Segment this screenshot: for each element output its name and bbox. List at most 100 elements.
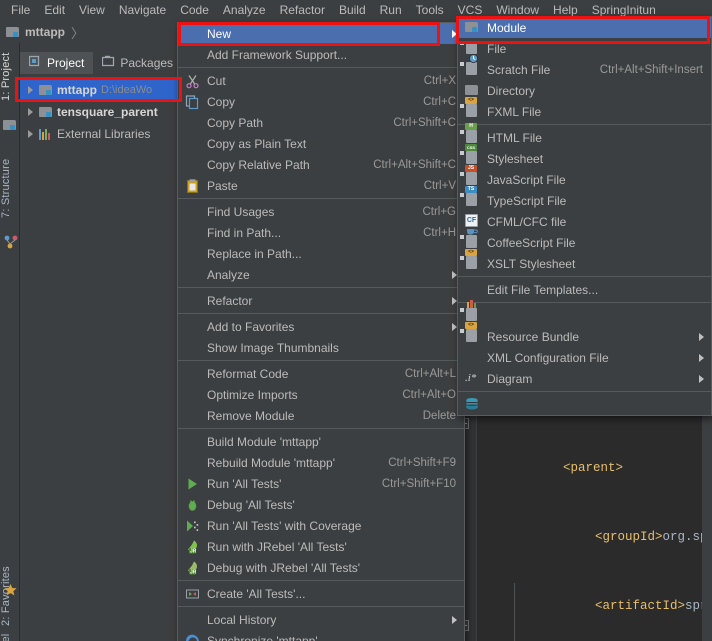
menu-item-remove-module[interactable]: Remove Module Delete xyxy=(178,405,464,426)
tree-row-label: tensquare_parent xyxy=(57,105,158,119)
menu-item-cut[interactable]: Cut Ctrl+X xyxy=(178,70,464,91)
menu-separator xyxy=(458,276,711,277)
menu-item-scratch-file[interactable]: Scratch File Ctrl+Alt+Shift+Insert xyxy=(458,54,711,80)
menu-item-find-usages[interactable]: Find Usages Ctrl+G xyxy=(178,201,464,222)
code-line: <groupId>org.springframewo xyxy=(479,503,712,544)
menu-item-shortcut: Ctrl+C xyxy=(423,95,456,108)
menu-item-module[interactable]: Module xyxy=(458,17,711,38)
menu-refactor[interactable]: Refactor xyxy=(273,1,332,20)
menu-item-shortcut: Ctrl+Alt+L xyxy=(404,367,456,380)
chevron-right-icon[interactable] xyxy=(26,129,35,139)
tree-row-tensquare-parent[interactable]: tensquare_parent xyxy=(20,101,198,123)
menu-build[interactable]: Build xyxy=(332,1,373,20)
menu-item-copy-relative-path[interactable]: Copy Relative Path Ctrl+Alt+Shift+C xyxy=(178,154,464,175)
menu-item-resource-bundle[interactable] xyxy=(458,300,711,326)
menu-item-stylesheet[interactable]: CSS Stylesheet xyxy=(458,144,711,169)
menu-item-ignore-file[interactable]: .i* Diagram xyxy=(458,368,711,389)
menu-item-run-all-tests[interactable]: Run 'All Tests' Ctrl+Shift+F10 xyxy=(178,473,464,494)
tree-row-mttapp[interactable]: mttapp D:\ideaWo xyxy=(20,79,198,101)
menu-item-shortcut: Ctrl+Alt+O xyxy=(402,388,456,401)
menu-item-add-framework-support[interactable]: Add Framework Support... xyxy=(178,44,464,65)
tab-project[interactable]: Project xyxy=(20,52,94,74)
menu-item-shortcut: Ctrl+V xyxy=(423,179,456,192)
menu-item-cfml-file[interactable]: CF CFML/CFC file xyxy=(458,211,711,232)
menu-item-fxml-file[interactable]: <> FXML File xyxy=(458,97,711,122)
new-submenu[interactable]: Module File Scratch File Ctrl+Alt+Shift+… xyxy=(457,16,712,416)
menu-item-typescript-file[interactable]: TS TypeScript File xyxy=(458,186,711,211)
module-icon xyxy=(39,106,53,118)
ignore-file-icon: .i* xyxy=(465,372,477,384)
menu-item-javascript-file[interactable]: JS JavaScript File xyxy=(458,165,711,190)
menu-item-copy-path[interactable]: Copy Path Ctrl+Shift+C xyxy=(178,112,464,133)
tab-packages[interactable]: Packages xyxy=(93,52,182,74)
menu-item-add-to-favorites[interactable]: Add to Favorites xyxy=(178,316,464,337)
menu-file[interactable]: File xyxy=(4,1,37,20)
sidebar-item-project[interactable]: 1: Project xyxy=(0,45,20,109)
menu-item-label: Scratch File xyxy=(487,62,551,77)
menu-item-show-image-thumbnails[interactable]: Show Image Thumbnails xyxy=(178,337,464,358)
menu-tools[interactable]: Tools xyxy=(409,1,451,20)
menu-item-copy-as-plain-text[interactable]: Copy as Plain Text xyxy=(178,133,464,154)
menu-item-label: TypeScript File xyxy=(487,193,567,208)
chevron-right-icon[interactable] xyxy=(26,85,35,95)
menu-item-xslt-stylesheet[interactable]: <> XSLT Stylesheet xyxy=(458,249,711,274)
menu-item-find-in-path[interactable]: Find in Path... Ctrl+H xyxy=(178,222,464,243)
menu-item-create-all-tests[interactable]: Create 'All Tests'... xyxy=(178,583,464,604)
tree-row-external-libraries[interactable]: External Libraries xyxy=(20,123,198,145)
menu-item-xml-configuration-file[interactable]: <> Resource Bundle xyxy=(458,322,711,347)
menu-item-replace-in-path[interactable]: Replace in Path... xyxy=(178,243,464,264)
menu-item-optimize-imports[interactable]: Optimize Imports Ctrl+Alt+O xyxy=(178,384,464,405)
menu-code[interactable]: Code xyxy=(173,1,216,20)
js-file-icon: JS xyxy=(460,165,480,187)
menu-item-coffeescript-file[interactable]: CoffeeScript File xyxy=(458,229,711,253)
sidebar-item-jrebel[interactable]: JRebel xyxy=(0,623,20,641)
menu-item-label: Local History xyxy=(207,612,277,627)
indent-guide xyxy=(514,583,515,641)
code-token: <parent> xyxy=(563,461,624,475)
svg-text:JR: JR xyxy=(190,569,197,575)
xml-file-icon: <> xyxy=(460,322,480,344)
tree-row-label: External Libraries xyxy=(57,127,151,141)
context-menu[interactable]: New Add Framework Support... Cut Ctrl+X xyxy=(177,22,465,641)
paste-icon xyxy=(185,178,200,193)
menu-item-edit-file-templates[interactable]: Edit File Templates... xyxy=(458,279,711,300)
project-icon xyxy=(28,55,42,70)
menu-item-run-with-jrebel[interactable]: JR Run with JRebel 'All Tests' xyxy=(178,536,464,557)
menu-item-label: Module xyxy=(487,20,527,35)
menu-separator xyxy=(178,606,464,607)
menu-edit[interactable]: Edit xyxy=(37,1,72,20)
sidebar-item-structure[interactable]: 7: Structure xyxy=(0,147,20,229)
menu-item-copy[interactable]: Copy Ctrl+C xyxy=(178,91,464,112)
menu-item-synchronize[interactable]: Synchronize 'mttapp' xyxy=(178,630,464,641)
breadcrumb-separator: 〉 xyxy=(71,25,85,41)
menu-item-paste[interactable]: Paste Ctrl+V xyxy=(178,175,464,196)
menu-item-local-history[interactable]: Local History xyxy=(178,609,464,630)
menu-item-run-with-coverage[interactable]: Run 'All Tests' with Coverage xyxy=(178,515,464,536)
menu-separator xyxy=(178,67,464,68)
menu-item-data-source[interactable] xyxy=(458,394,711,415)
menu-item-html-file[interactable]: H HTML File xyxy=(458,123,711,148)
menu-run[interactable]: Run xyxy=(373,1,409,20)
menu-item-diagram[interactable]: XML Configuration File xyxy=(458,347,711,368)
menu-navigate[interactable]: Navigate xyxy=(112,1,173,20)
menu-item-analyze[interactable]: Analyze xyxy=(178,264,464,285)
menu-item-reformat-code[interactable]: Reformat Code Ctrl+Alt+L xyxy=(178,363,464,384)
menu-item-label: Run 'All Tests' with Coverage xyxy=(207,518,362,533)
menu-item-label: Copy xyxy=(207,94,236,109)
menu-view[interactable]: View xyxy=(72,1,112,20)
menu-item-debug-all-tests[interactable]: Debug 'All Tests' xyxy=(178,494,464,515)
menu-item-rebuild-module[interactable]: Rebuild Module 'mttapp' Ctrl+Shift+F9 xyxy=(178,452,464,473)
module-icon xyxy=(6,26,20,38)
menu-item-label: CoffeeScript File xyxy=(487,235,576,250)
menu-item-new[interactable]: New xyxy=(178,23,464,44)
chevron-right-icon[interactable] xyxy=(26,107,35,117)
menu-item-label: New xyxy=(207,26,232,41)
menu-item-build-module[interactable]: Build Module 'mttapp' xyxy=(178,431,464,452)
tree-row-path: D:\ideaWo xyxy=(101,84,153,96)
menu-item-refactor[interactable]: Refactor xyxy=(178,290,464,311)
menu-item-directory[interactable]: Directory xyxy=(458,80,711,101)
menu-item-debug-with-jrebel[interactable]: JR Debug with JRebel 'All Tests' xyxy=(178,557,464,578)
menu-item-file[interactable]: File xyxy=(458,38,711,59)
breadcrumb-project[interactable]: mttapp xyxy=(6,25,65,39)
menu-analyze[interactable]: Analyze xyxy=(216,1,273,20)
